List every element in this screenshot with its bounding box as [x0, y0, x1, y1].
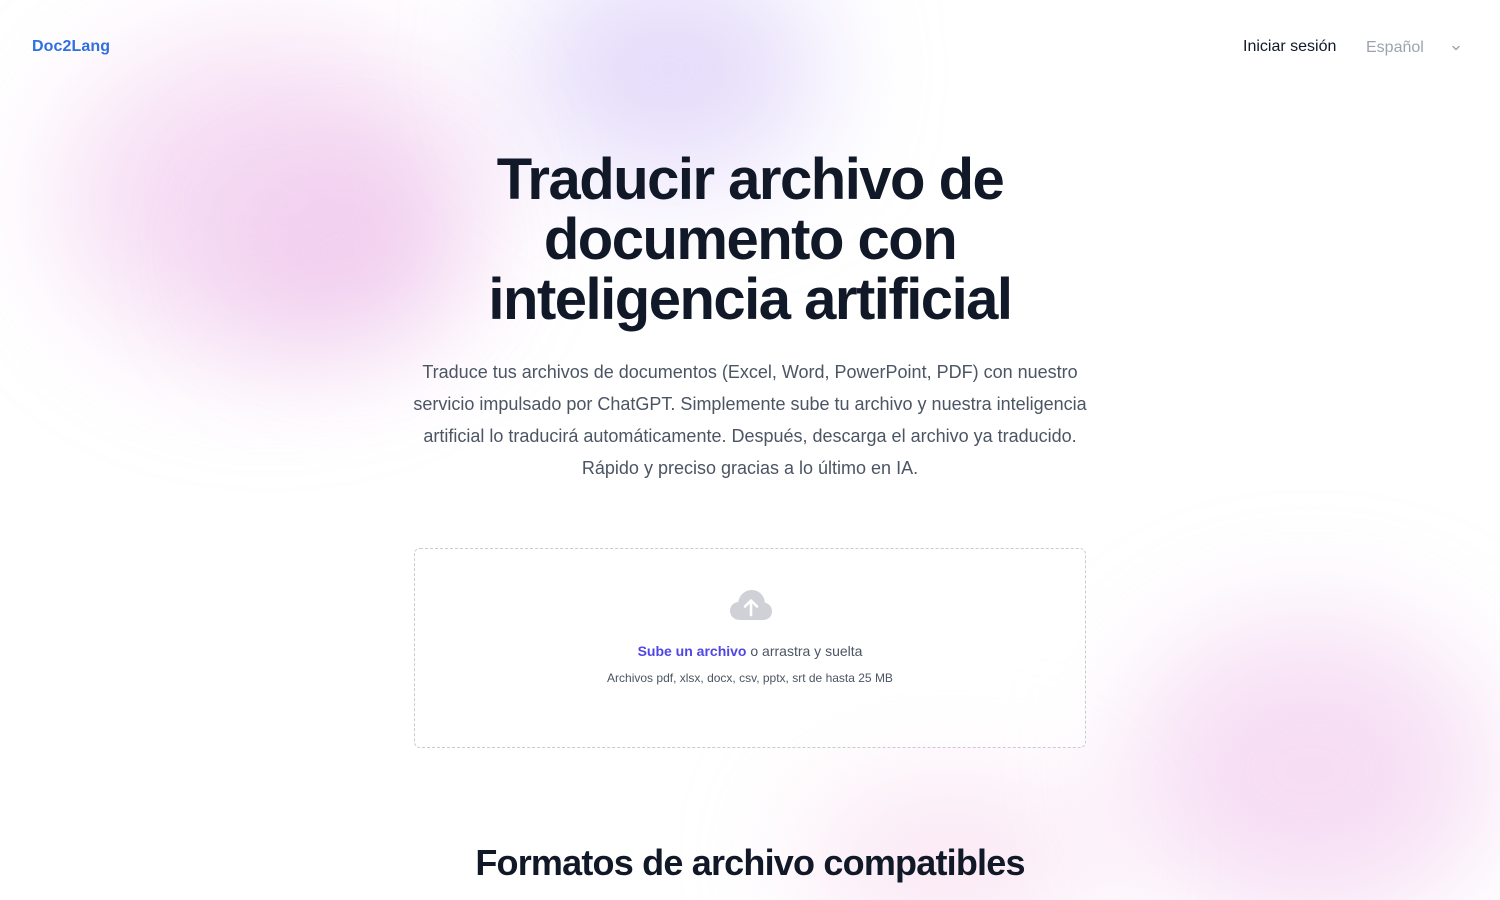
login-link[interactable]: Iniciar sesión	[1243, 38, 1336, 56]
file-types-hint: Archivos pdf, xlsx, docx, csv, pptx, srt…	[607, 671, 893, 685]
upload-file-link[interactable]: Sube un archivo	[638, 643, 747, 659]
upload-instructions: Sube un archivo o arrastra y suelta	[415, 643, 1085, 659]
logo-link[interactable]: Doc2Lang	[32, 38, 110, 56]
site-header: Doc2Lang Iniciar sesión Español	[0, 0, 1500, 96]
hero-description: Traduce tus archivos de documentos (Exce…	[413, 362, 1087, 478]
chevron-down-icon	[1452, 45, 1460, 51]
page-title: Traducir archivo de documento con inteli…	[488, 147, 1013, 332]
cloud-upload-icon	[730, 590, 772, 620]
language-select-value: Español	[1366, 39, 1424, 56]
file-dropzone[interactable]: Sube un archivo o arrastra y suelta Arch…	[414, 548, 1086, 748]
supported-formats-heading: Formatos de archivo compatibles	[475, 842, 1025, 883]
hero-section: Traducir archivo de documento con inteli…	[0, 150, 1500, 484]
language-select[interactable]: Español	[1356, 30, 1472, 66]
drag-drop-text: o arrastra y suelta	[746, 643, 863, 659]
